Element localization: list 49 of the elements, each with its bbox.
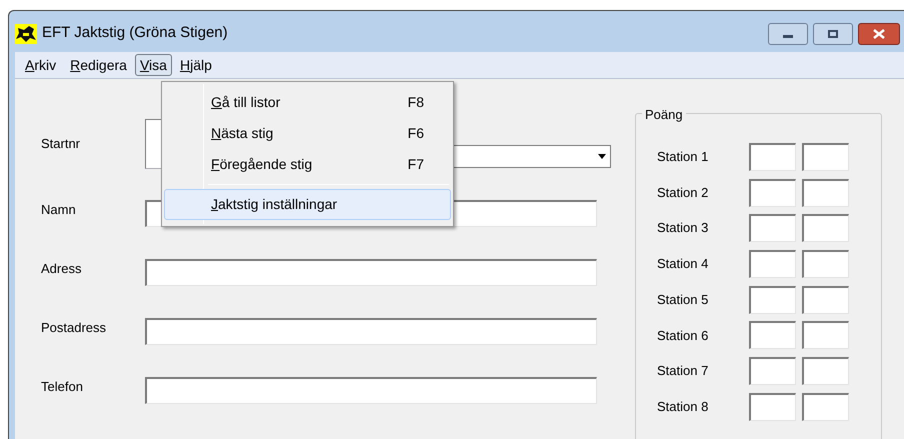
score-field[interactable] (749, 178, 796, 207)
dropdown-arrow-icon (598, 154, 606, 158)
app-logo-icon (15, 24, 37, 44)
station-label: Station 2 (657, 184, 710, 202)
score-field[interactable] (749, 356, 796, 385)
score-field[interactable] (749, 142, 796, 171)
window-title: EFT Jaktstig (Gröna Stigen) (42, 23, 228, 44)
score-field[interactable] (749, 321, 796, 350)
maximize-icon (828, 30, 838, 38)
menu-option[interactable]: Jaktstig inställningar (164, 189, 451, 220)
menu-option[interactable]: Nästa stig F6 (164, 118, 451, 149)
close-icon (873, 28, 885, 38)
score-field[interactable] (802, 178, 849, 207)
field-label: Namn (41, 200, 77, 219)
score-field[interactable] (802, 214, 849, 242)
score-field[interactable] (802, 392, 849, 421)
input-field[interactable] (145, 259, 597, 286)
menu-option[interactable]: Föregående stig F7 (164, 149, 451, 180)
station-label: Station 5 (657, 290, 710, 309)
score-field[interactable] (749, 392, 796, 421)
station-label: Station 4 (657, 255, 710, 274)
score-field[interactable] (749, 250, 796, 278)
menu-item[interactable]: Hjälp (174, 54, 218, 76)
score-field[interactable] (802, 321, 849, 350)
score-field[interactable] (802, 356, 849, 385)
score-field[interactable] (802, 250, 849, 278)
menu-item[interactable]: Visa (134, 54, 172, 76)
field-label: Telefon (41, 378, 84, 396)
minimize-button[interactable] (768, 22, 808, 44)
menu-option[interactable]: Gå till listor F8 (164, 87, 451, 118)
station-label: Station 8 (657, 398, 710, 416)
station-label: Station 7 (657, 362, 710, 380)
score-field[interactable] (749, 214, 796, 242)
input-field[interactable] (145, 318, 597, 345)
menu-item[interactable]: Redigera (64, 54, 133, 76)
maximize-button[interactable] (813, 22, 853, 44)
menu-item[interactable]: Arkiv (19, 54, 62, 76)
minimize-icon (783, 34, 793, 38)
score-field[interactable] (802, 286, 849, 314)
score-field[interactable] (802, 142, 849, 171)
score-field[interactable] (749, 286, 796, 314)
close-button[interactable] (858, 22, 900, 44)
station-label: Station 6 (657, 326, 710, 345)
station-label: Station 1 (657, 148, 710, 166)
field-label: Adress (41, 260, 82, 278)
input-field[interactable] (145, 377, 597, 404)
field-label: Postadress (41, 318, 108, 337)
field-label: Startnr (41, 135, 82, 154)
station-label: Station 3 (657, 219, 710, 238)
